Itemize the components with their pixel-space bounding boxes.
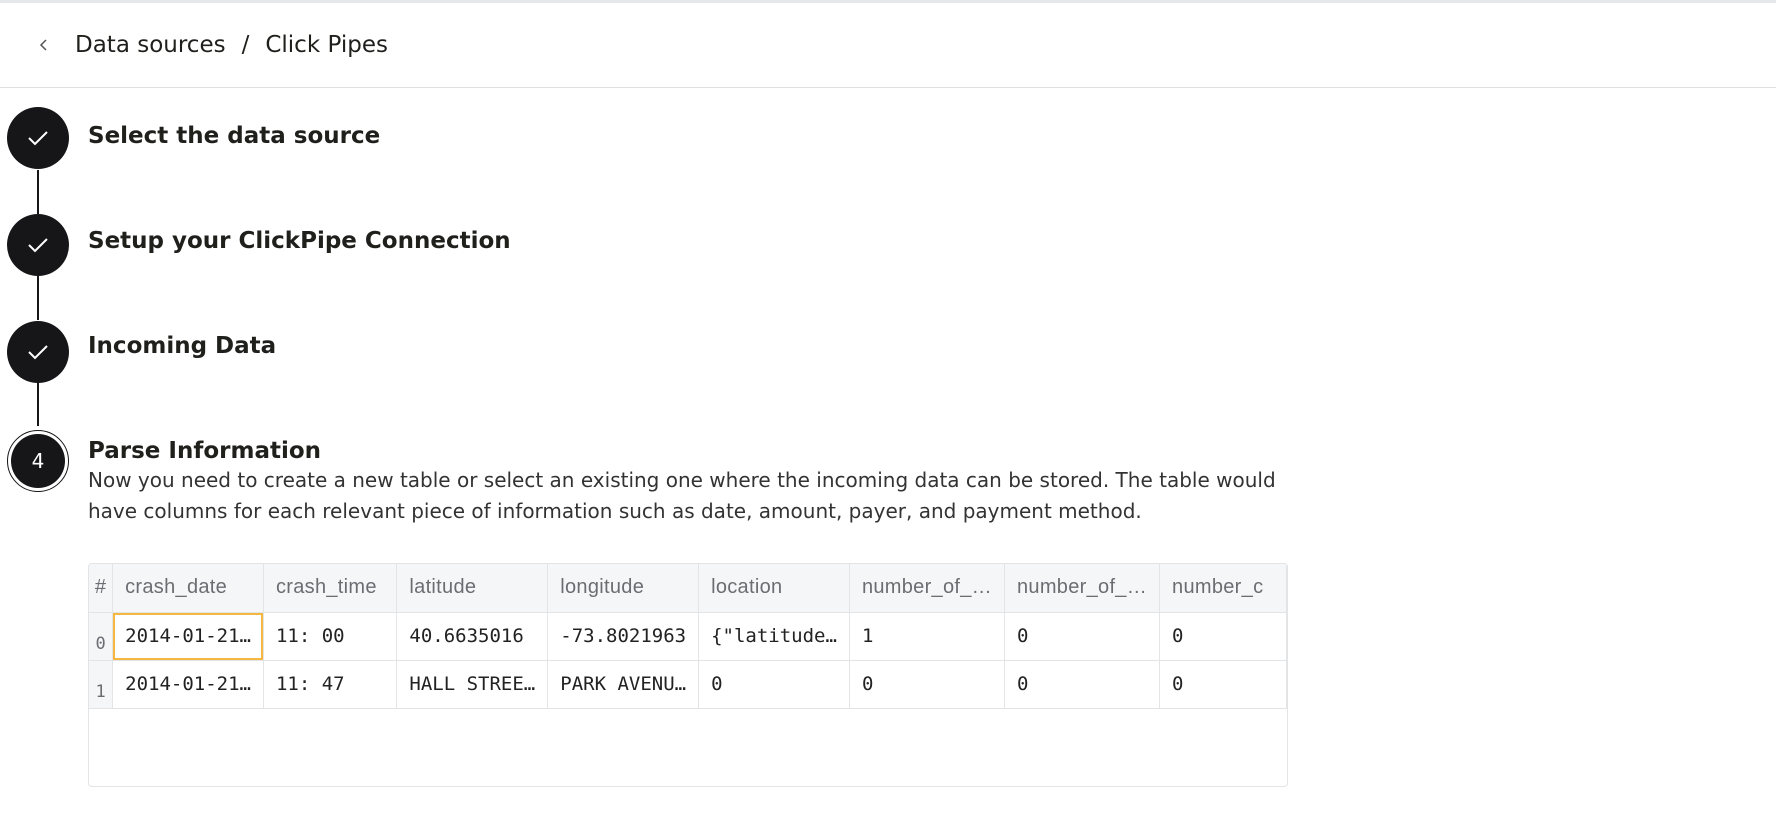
table-cell[interactable]: 0 (698, 660, 850, 709)
table-cell[interactable]: PARK AVENU… (547, 660, 700, 709)
table-cell[interactable]: 11: 00 (263, 612, 398, 661)
chevron-left-icon (39, 39, 47, 51)
breadcrumb-current: Click Pipes (265, 32, 388, 58)
table-cell[interactable]: 11: 47 (263, 660, 398, 709)
step-2-done-badge (7, 214, 69, 276)
column-header[interactable]: number_of_… (849, 564, 1005, 613)
step-2-title[interactable]: Setup your ClickPipe Connection (88, 226, 511, 256)
column-header[interactable]: longitude (547, 564, 700, 613)
table-cell[interactable]: 0 (1004, 612, 1161, 661)
step-3-title[interactable]: Incoming Data (88, 331, 276, 361)
row-index: 1 (89, 660, 114, 709)
table-cell-selected[interactable]: 2014-01-21… (112, 612, 264, 661)
breadcrumb: Data sources / Click Pipes (75, 30, 388, 60)
table-cell[interactable]: {"latitude… (698, 612, 850, 661)
table-cell[interactable]: 40.6635016 (396, 612, 549, 661)
column-header[interactable]: number_of_… (1004, 564, 1161, 613)
check-icon (28, 131, 48, 146)
table-cell[interactable]: 0 (849, 660, 1005, 709)
column-header[interactable]: latitude (396, 564, 549, 613)
index-header: # (89, 564, 114, 613)
step-4-title: Parse Information (88, 438, 322, 464)
breadcrumb-separator: / (241, 32, 250, 58)
table-row: 0 2014-01-21… 11: 00 40.6635016 -73.8021… (89, 612, 1287, 661)
table-header-row: # crash_date crash_time latitude longitu… (89, 564, 1287, 613)
page-header: Data sources / Click Pipes (0, 3, 1776, 88)
check-icon (28, 345, 48, 360)
column-header[interactable]: location (698, 564, 850, 613)
column-header[interactable]: number_c (1159, 564, 1287, 613)
step-4-current-badge: 4 (7, 430, 69, 492)
table-row: 1 2014-01-21… 11: 47 HALL STREE… PARK AV… (89, 660, 1287, 709)
row-index: 0 (89, 612, 114, 661)
column-header[interactable]: crash_date (112, 564, 264, 613)
step-4-description: Now you need to create a new table or se… (88, 468, 1276, 523)
back-button[interactable] (30, 31, 58, 59)
table-cell[interactable]: 1 (849, 612, 1005, 661)
step-3-done-badge (7, 321, 69, 383)
table-cell[interactable]: 0 (1159, 612, 1287, 661)
step-connector (37, 276, 39, 320)
step-1-done-badge (7, 107, 69, 169)
step-connector (37, 382, 39, 426)
data-preview-table[interactable]: # crash_date crash_time latitude longitu… (88, 563, 1288, 787)
table-cell[interactable]: HALL STREE… (396, 660, 549, 709)
step-connector (37, 170, 39, 214)
step-1-title[interactable]: Select the data source (88, 121, 380, 151)
table-cell[interactable]: 2014-01-21… (112, 660, 264, 709)
step-number: 4 (11, 434, 65, 488)
table-cell[interactable]: 0 (1159, 660, 1287, 709)
check-icon (28, 238, 48, 253)
column-header[interactable]: crash_time (263, 564, 398, 613)
table-cell[interactable]: 0 (1004, 660, 1161, 709)
breadcrumb-data-sources[interactable]: Data sources (75, 30, 226, 60)
table-cell[interactable]: -73.8021963 (547, 612, 700, 661)
